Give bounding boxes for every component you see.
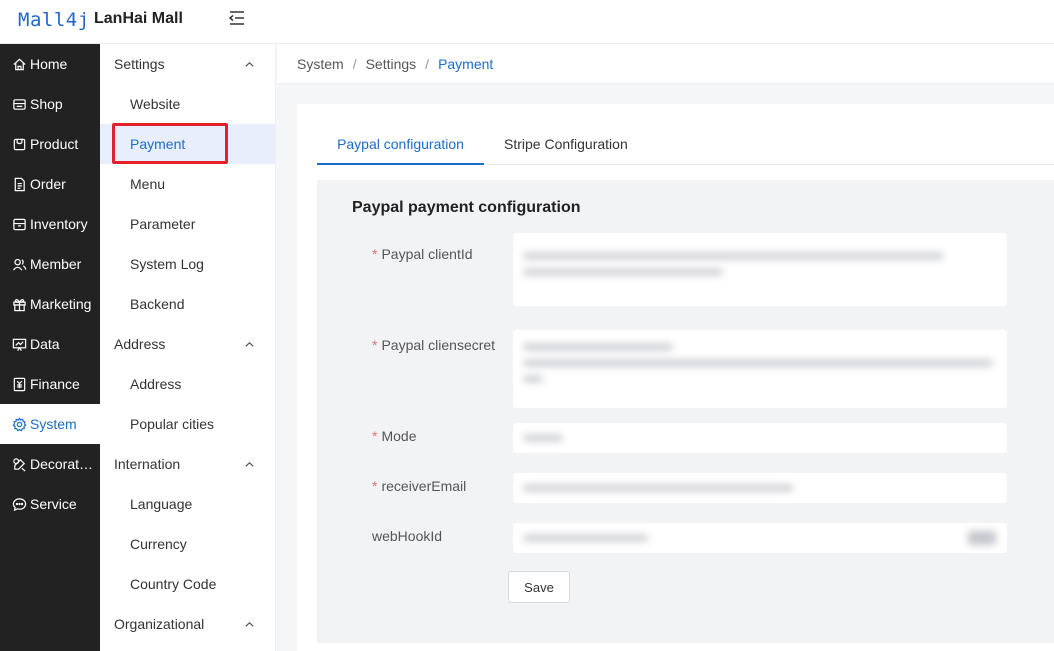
nav-label: Shop xyxy=(30,96,63,112)
masked-value xyxy=(513,330,1007,408)
config-tabs: Paypal configuration Stripe Configuratio… xyxy=(317,124,1054,165)
gift-icon xyxy=(13,298,26,311)
panel-title: Paypal payment configuration xyxy=(352,199,581,216)
nav-data[interactable]: Data xyxy=(0,324,100,364)
subnav-item-payment[interactable]: Payment xyxy=(100,124,275,164)
field-label-receiver-email: * receiverEmail xyxy=(372,478,467,494)
order-icon xyxy=(14,177,25,191)
breadcrumb-separator: / xyxy=(425,55,430,72)
breadcrumb-item-settings[interactable]: Settings xyxy=(366,56,417,72)
nav-label: Data xyxy=(30,336,60,352)
client-id-field[interactable] xyxy=(513,233,1007,306)
product-icon xyxy=(13,138,26,150)
field-label-client-secret: * Paypal cliensecret xyxy=(372,337,496,353)
chevron-up-icon xyxy=(245,61,254,67)
nav-finance[interactable]: Finance xyxy=(0,364,100,404)
masked-value xyxy=(513,523,1007,553)
chevron-up-icon xyxy=(245,461,254,467)
breadcrumb-current: Payment xyxy=(438,55,494,72)
nav-order[interactable]: Order xyxy=(0,164,100,204)
finance-icon xyxy=(13,377,26,391)
nav-marketing[interactable]: Marketing xyxy=(0,284,100,324)
tab-stripe-configuration[interactable]: Stripe Configuration xyxy=(504,124,628,165)
masked-value xyxy=(513,473,1007,503)
group-address[interactable]: Address xyxy=(100,324,275,364)
collapse-menu-icon[interactable] xyxy=(228,9,246,27)
nav-label: Service xyxy=(30,496,77,512)
subnav-item-popular-cities[interactable]: Popular cities xyxy=(100,404,275,444)
nav-home[interactable]: Home xyxy=(0,44,100,84)
tab-paypal-configuration[interactable]: Paypal configuration xyxy=(317,124,484,165)
required-mark: * xyxy=(372,337,378,353)
subnav-item-currency[interactable]: Currency xyxy=(100,524,275,564)
chat-icon xyxy=(12,497,27,511)
top-bar: Mall4j LanHai Mall xyxy=(0,0,1054,44)
subnav-item-country-code[interactable]: Country Code xyxy=(100,564,275,604)
subnav-item-parameter[interactable]: Parameter xyxy=(100,204,275,244)
field-label-webhook-id: webHookId xyxy=(372,528,443,544)
group-label: Settings xyxy=(114,56,165,72)
nav-inventory[interactable]: Inventory xyxy=(0,204,100,244)
subnav-item-address[interactable]: Address xyxy=(100,364,275,404)
group-internation[interactable]: Internation xyxy=(100,444,275,484)
nav-label: Home xyxy=(30,56,68,72)
save-button[interactable]: Save xyxy=(508,571,570,603)
nav-decorate[interactable]: Decorat… xyxy=(0,444,100,484)
subnav-item-backend[interactable]: Backend xyxy=(100,284,275,324)
chart-icon xyxy=(12,338,27,351)
home-icon xyxy=(13,58,26,70)
nav-shop[interactable]: Shop xyxy=(0,84,100,124)
group-settings[interactable]: Settings xyxy=(100,44,275,84)
nav-label: System xyxy=(30,416,77,432)
required-mark: * xyxy=(372,478,378,494)
chevron-up-icon xyxy=(245,621,254,627)
subnav-item-system-log[interactable]: System Log xyxy=(100,244,275,284)
nav-label: Member xyxy=(30,256,82,272)
shop-icon xyxy=(13,98,26,110)
nav-product[interactable]: Product xyxy=(0,124,100,164)
inventory-icon xyxy=(13,218,26,230)
brand-name: LanHai Mall xyxy=(94,10,183,27)
content-card: Paypal configuration Stripe Configuratio… xyxy=(297,104,1054,651)
member-icon xyxy=(12,258,27,271)
group-label: Address xyxy=(114,336,166,352)
nav-member[interactable]: Member xyxy=(0,244,100,284)
subnav-item-menu[interactable]: Menu xyxy=(100,164,275,204)
masked-value xyxy=(513,423,1007,453)
receiver-email-field[interactable] xyxy=(513,473,1007,503)
decorate-icon xyxy=(13,457,26,472)
group-organizational[interactable]: Organizational xyxy=(100,604,275,644)
client-secret-field[interactable] xyxy=(513,330,1007,408)
nav-label: Decorat… xyxy=(30,456,94,472)
nav-label: Inventory xyxy=(30,216,88,232)
gear-icon xyxy=(12,416,27,431)
nav-system[interactable]: System xyxy=(0,404,100,444)
required-mark: * xyxy=(372,428,378,444)
masked-value xyxy=(513,233,1007,306)
nav-label: Product xyxy=(30,136,79,152)
field-label-mode: * Mode xyxy=(372,428,417,444)
nav-label: Finance xyxy=(30,376,80,392)
logo: Mall4j xyxy=(18,9,90,31)
breadcrumb: System / Settings / Payment xyxy=(277,44,1054,84)
field-label-client-id: * Paypal clientId xyxy=(372,246,473,262)
nav-label: Marketing xyxy=(30,296,92,312)
breadcrumb-item-system[interactable]: System xyxy=(297,56,344,72)
chevron-up-icon xyxy=(245,341,254,347)
nav-label: Order xyxy=(30,176,66,192)
mode-field[interactable] xyxy=(513,423,1007,453)
sub-sidebar: Settings Website Payment Menu Parameter … xyxy=(100,44,276,651)
breadcrumb-separator: / xyxy=(352,55,357,72)
group-label: Organizational xyxy=(114,616,205,632)
nav-service[interactable]: Service xyxy=(0,484,100,524)
paypal-config-panel: Paypal payment configuration * Paypal cli… xyxy=(317,180,1054,643)
required-mark: * xyxy=(372,246,378,262)
webhook-id-field[interactable] xyxy=(513,523,1007,553)
subnav-item-language[interactable]: Language xyxy=(100,484,275,524)
subnav-item-website[interactable]: Website xyxy=(100,84,275,124)
main-sidebar: Home Shop Product Order Inventory Member… xyxy=(0,44,100,651)
group-label: Internation xyxy=(114,456,181,472)
